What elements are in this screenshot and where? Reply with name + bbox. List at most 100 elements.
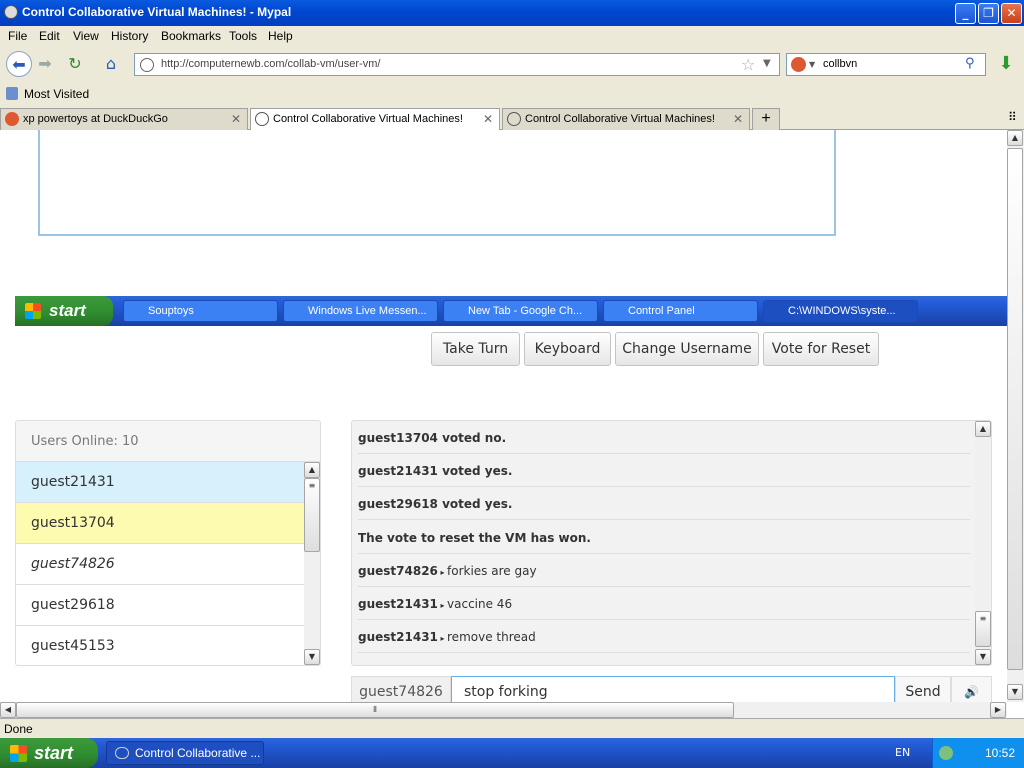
chat-input[interactable]	[451, 676, 895, 702]
user-list-item[interactable]: guest21431	[16, 462, 305, 503]
change-username-button[interactable]: Change Username	[615, 332, 759, 366]
url-dropdown-icon[interactable]: ▼	[763, 58, 771, 69]
scroll-up-icon[interactable]: ▲	[1007, 130, 1023, 146]
vm-task-chrome[interactable]: New Tab - Google Ch...	[443, 300, 598, 322]
close-tab-icon[interactable]: ✕	[733, 112, 743, 126]
chat-message: guest13704 voted no.	[358, 421, 970, 454]
status-bar: Done	[0, 718, 1024, 738]
search-engine-dropdown-icon[interactable]: ▼	[809, 60, 815, 69]
tab-label: Control Collaborative Virtual Machines!	[273, 113, 463, 125]
chat-message: guest21431 ▸ remove thread	[358, 620, 970, 653]
close-tab-icon[interactable]: ✕	[483, 112, 493, 126]
tab-collabvm[interactable]: Control Collaborative Virtual Machines! …	[502, 108, 750, 130]
user-list-item[interactable]: guest29618	[16, 585, 305, 626]
vm-task-souptoys[interactable]: Souptoys	[123, 300, 278, 322]
menu-edit[interactable]: Edit	[39, 29, 60, 43]
most-visited-link[interactable]: Most Visited	[24, 87, 89, 101]
tab-list-icon[interactable]: ⠿	[1008, 110, 1017, 124]
start-button[interactable]: start	[0, 738, 98, 768]
scroll-thumb[interactable]: ≡	[304, 478, 320, 552]
system-tray: 10:52	[932, 738, 1024, 768]
take-turn-button[interactable]: Take Turn	[431, 332, 520, 366]
speaker-icon[interactable]: 🔊	[951, 676, 992, 702]
user-list-item-self[interactable]: guest74826	[16, 544, 305, 585]
download-icon[interactable]: ⬇	[993, 51, 1019, 77]
network-icon[interactable]	[939, 746, 953, 760]
menu-tools[interactable]: Tools	[229, 29, 257, 43]
chat-input-row: guest74826 Send 🔊	[351, 676, 992, 702]
reload-icon[interactable]: ↻	[62, 51, 88, 77]
status-text: Done	[4, 722, 33, 736]
send-button[interactable]: Send	[895, 676, 951, 702]
minimize-button[interactable]: _	[955, 3, 976, 24]
menu-bar: File Edit View History Bookmarks Tools H…	[0, 26, 1024, 46]
scroll-left-icon[interactable]: ◀	[0, 702, 16, 718]
tab-label: xp powertoys at DuckDuckGo	[23, 113, 168, 125]
tab-bar: xp powertoys at DuckDuckGo ✕ Control Col…	[0, 106, 1024, 131]
vm-task-control-panel[interactable]: Control Panel	[603, 300, 758, 322]
home-icon[interactable]: ⌂	[98, 51, 124, 77]
users-scrollbar[interactable]: ▲ ≡ ▼	[304, 462, 320, 665]
app-icon	[4, 5, 18, 19]
tab-duckduckgo[interactable]: xp powertoys at DuckDuckGo ✕	[0, 108, 248, 130]
users-online-panel: Users Online: 10 guest21431 guest13704 g…	[15, 420, 321, 666]
scroll-down-icon[interactable]: ▼	[975, 649, 991, 665]
search-icon[interactable]: ⚲	[965, 56, 975, 71]
chat-panel: guest13704 voted no. guest21431 voted ye…	[351, 420, 992, 666]
user-list-item[interactable]: guest13704	[16, 503, 305, 544]
collabvm-icon	[255, 112, 269, 126]
scroll-thumb[interactable]: ⦀	[16, 702, 734, 718]
tab-collabvm-active[interactable]: Control Collaborative Virtual Machines! …	[250, 108, 500, 131]
page-horizontal-scrollbar[interactable]: ◀ ⦀ ▶	[0, 702, 1007, 718]
close-tab-icon[interactable]: ✕	[231, 112, 241, 126]
duckduckgo-icon[interactable]	[791, 57, 806, 72]
keyboard-button[interactable]: Keyboard	[524, 332, 611, 366]
scroll-thumb[interactable]: ≡	[975, 611, 991, 647]
menu-bookmarks[interactable]: Bookmarks	[161, 29, 221, 43]
url-text: http://computernewb.com/collab-vm/user-v…	[161, 58, 381, 70]
vm-screen-frame[interactable]	[38, 130, 836, 236]
taskbar-item-browser[interactable]: Control Collaborative ...	[106, 741, 264, 765]
chat-username: guest74826	[351, 676, 451, 702]
scroll-down-icon[interactable]: ▼	[1007, 684, 1023, 700]
chat-message: guest21431 voted yes.	[358, 454, 970, 487]
scroll-right-icon[interactable]: ▶	[990, 702, 1006, 718]
menu-view[interactable]: View	[73, 29, 99, 43]
chat-message: The vote to reset the VM has won.	[358, 521, 970, 554]
most-visited-icon	[6, 87, 18, 100]
search-input[interactable]: collbvn	[823, 58, 857, 70]
page-vertical-scrollbar[interactable]: ▲ ▼	[1007, 130, 1024, 702]
language-indicator[interactable]: EN	[895, 746, 910, 759]
page-content: start Souptoys Windows Live Messen... Ne…	[0, 130, 1007, 702]
users-online-header: Users Online: 10	[16, 421, 320, 462]
menu-help[interactable]: Help	[268, 29, 293, 43]
vm-task-cmd[interactable]: C:\WINDOWS\syste...	[763, 300, 918, 322]
duckduckgo-icon	[5, 112, 19, 126]
vm-start-button[interactable]: start	[15, 296, 113, 326]
bookmark-star-icon[interactable]: ☆	[741, 55, 755, 74]
scroll-down-icon[interactable]: ▼	[304, 649, 320, 665]
close-button[interactable]: ✕	[1001, 3, 1022, 24]
chat-message: guest74826 ▸ forkies are gay	[358, 554, 970, 587]
menu-file[interactable]: File	[8, 29, 27, 43]
scroll-up-icon[interactable]: ▲	[304, 462, 320, 478]
menu-history[interactable]: History	[111, 29, 148, 43]
user-list-item[interactable]: guest45153	[16, 626, 305, 665]
scroll-up-icon[interactable]: ▲	[975, 421, 991, 437]
vote-for-reset-button[interactable]: Vote for Reset	[763, 332, 879, 366]
vm-taskbar[interactable]: start Souptoys Windows Live Messen... Ne…	[15, 296, 1007, 326]
chat-scrollbar[interactable]: ▲ ≡ ▼	[975, 421, 991, 665]
clock: 10:52	[985, 746, 1016, 760]
new-tab-button[interactable]: +	[752, 108, 780, 130]
url-bar[interactable]: http://computernewb.com/collab-vm/user-v…	[134, 53, 780, 76]
bookmarks-toolbar: Most Visited	[0, 82, 1024, 106]
collabvm-icon	[507, 112, 521, 126]
search-box[interactable]: ▼ collbvn ⚲	[786, 53, 986, 76]
os-taskbar: start Control Collaborative ... EN 10:52	[0, 738, 1024, 768]
tab-label: Control Collaborative Virtual Machines!	[525, 113, 715, 125]
back-arrow-icon[interactable]: ⬅	[6, 51, 32, 77]
maximize-button[interactable]: ❐	[978, 3, 999, 24]
scroll-thumb[interactable]	[1007, 148, 1023, 670]
vm-task-messenger[interactable]: Windows Live Messen...	[283, 300, 438, 322]
forward-arrow-icon[interactable]: ➡	[32, 51, 58, 77]
